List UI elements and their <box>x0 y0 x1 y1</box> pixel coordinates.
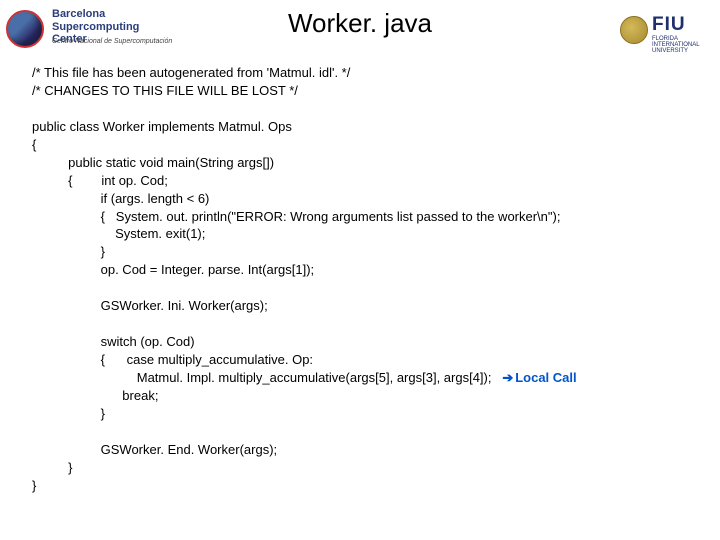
code-l2: /* CHANGES TO THIS FILE WILL BE LOST */ <box>32 83 298 98</box>
code-l17: { case multiply_accumulative. Op: <box>32 352 313 367</box>
code-l10: System. exit(1); <box>32 226 205 241</box>
bsc-subtitle: Centro Nacional de Supercomputación <box>52 38 172 45</box>
code-l4: public class Worker implements Matmul. O… <box>32 119 292 134</box>
code-l24: } <box>32 478 36 493</box>
code-l12: op. Cod = Integer. parse. Int(args[1]); <box>32 262 314 277</box>
code-l7: { int op. Cod; <box>32 173 168 188</box>
slide-header: Barcelona Supercomputing Center Centro N… <box>0 0 720 58</box>
fiu-name: FIU <box>652 14 686 36</box>
code-l23: } <box>32 460 72 475</box>
code-l19: break; <box>32 388 158 403</box>
code-l18: Matmul. Impl. multiply_accumulative(args… <box>32 370 502 385</box>
code-l16: switch (op. Cod) <box>32 334 195 349</box>
code-l14: GSWorker. Ini. Worker(args); <box>32 298 268 313</box>
fiu-seal-icon <box>620 16 648 44</box>
code-l11: } <box>32 244 105 259</box>
bsc-line1: Barcelona <box>52 8 105 20</box>
bsc-globe-icon <box>6 10 44 48</box>
fiu-logo: FIU FLORIDA INTERNATIONAL UNIVERSITY <box>620 8 710 52</box>
code-l9: { System. out. println("ERROR: Wrong arg… <box>32 209 560 224</box>
annotation-text: Local Call <box>515 370 576 385</box>
code-l1: /* This file has been autogenerated from… <box>32 65 350 80</box>
code-l22: GSWorker. End. Worker(args); <box>32 442 277 457</box>
code-l5: { <box>32 137 36 152</box>
bsc-logo: Barcelona Supercomputing Center Centro N… <box>6 4 186 54</box>
arrow-right-icon: ➔ <box>502 369 513 387</box>
code-block: /* This file has been autogenerated from… <box>0 58 720 495</box>
code-l20: } <box>32 406 105 421</box>
bsc-line2: Supercomputing <box>52 21 139 33</box>
code-l6: public static void main(String args[]) <box>32 155 274 170</box>
code-l8: if (args. length < 6) <box>32 191 209 206</box>
slide: Barcelona Supercomputing Center Centro N… <box>0 0 720 540</box>
local-call-annotation: ➔Local Call <box>502 370 576 385</box>
fiu-subtitle: FLORIDA INTERNATIONAL UNIVERSITY <box>652 36 710 54</box>
